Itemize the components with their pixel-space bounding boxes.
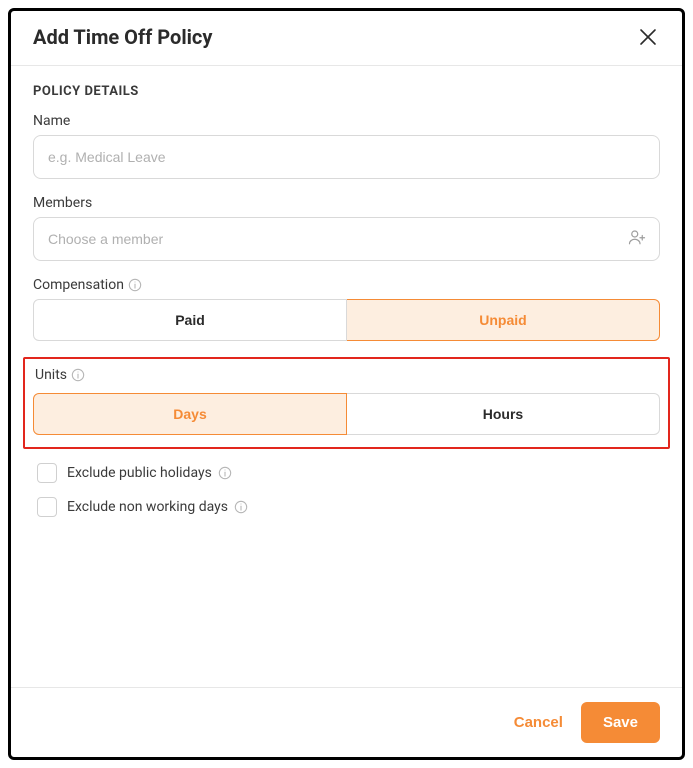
compensation-unpaid-button[interactable]: Unpaid [347, 299, 660, 341]
units-toggle: Days Hours [33, 393, 660, 435]
cancel-button[interactable]: Cancel [514, 714, 563, 731]
close-icon [639, 28, 657, 46]
members-label: Members [33, 195, 660, 211]
info-icon[interactable] [218, 466, 232, 480]
close-button[interactable] [636, 25, 660, 49]
exclude-holidays-label-text: Exclude public holidays [67, 465, 212, 481]
info-icon[interactable] [128, 278, 142, 292]
exclude-holidays-label: Exclude public holidays [67, 465, 232, 481]
section-heading: POLICY DETAILS [33, 84, 660, 99]
compensation-label: Compensation [33, 277, 660, 293]
modal-header: Add Time Off Policy [11, 11, 682, 66]
modal-title: Add Time Off Policy [33, 25, 212, 49]
exclude-holidays-checkbox[interactable] [37, 463, 57, 483]
name-label: Name [33, 113, 660, 129]
modal-footer: Cancel Save [11, 687, 682, 757]
exclude-nonworking-label: Exclude non working days [67, 499, 248, 515]
units-label: Units [35, 367, 660, 383]
add-member-icon[interactable] [628, 228, 646, 250]
units-label-text: Units [35, 367, 67, 383]
units-days-button[interactable]: Days [33, 393, 347, 435]
members-input[interactable] [33, 217, 660, 261]
modal-body: POLICY DETAILS Name Members Compensation [11, 66, 682, 687]
save-button[interactable]: Save [581, 702, 660, 743]
units-highlight-box: Units Days Hours [23, 357, 670, 449]
add-time-off-policy-modal: Add Time Off Policy POLICY DETAILS Name … [8, 8, 685, 760]
info-icon[interactable] [71, 368, 85, 382]
name-input[interactable] [33, 135, 660, 179]
info-icon[interactable] [234, 500, 248, 514]
compensation-toggle: Paid Unpaid [33, 299, 660, 341]
compensation-paid-button[interactable]: Paid [33, 299, 347, 341]
exclude-nonworking-label-text: Exclude non working days [67, 499, 228, 515]
exclude-nonworking-checkbox[interactable] [37, 497, 57, 517]
units-hours-button[interactable]: Hours [347, 393, 660, 435]
compensation-label-text: Compensation [33, 277, 124, 293]
exclude-nonworking-row: Exclude non working days [37, 497, 660, 517]
exclude-holidays-row: Exclude public holidays [37, 463, 660, 483]
